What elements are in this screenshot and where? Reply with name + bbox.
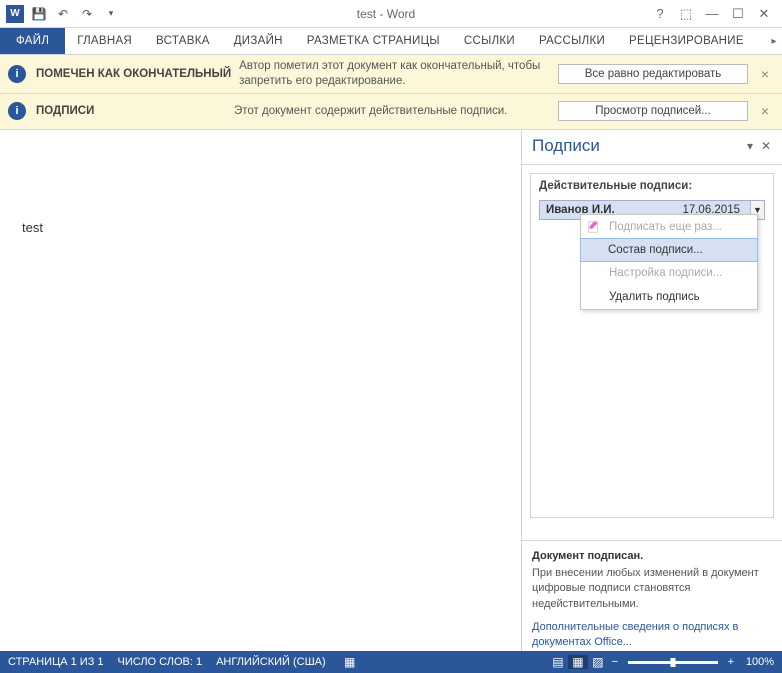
window-controls: ? ⬚ — ☐ ✕ — [650, 4, 782, 24]
menu-signature-details[interactable]: Состав подписи... — [580, 238, 758, 262]
undo-icon[interactable]: ↶ — [52, 3, 74, 25]
document-text: test — [22, 220, 43, 235]
minimize-icon[interactable]: — — [702, 4, 722, 24]
pane-footer: Документ подписан. При внесении любых из… — [522, 540, 782, 659]
pane-body: Действительные подписи: Иванов И.И. 17.0… — [522, 165, 782, 540]
zoom-slider[interactable] — [628, 661, 718, 664]
status-page[interactable]: СТРАНИЦА 1 ИЗ 1 — [8, 656, 104, 668]
view-web-icon[interactable]: ▨ — [588, 655, 608, 669]
info-icon: i — [8, 102, 26, 120]
redo-icon[interactable]: ↷ — [76, 3, 98, 25]
status-language[interactable]: АНГЛИЙСКИЙ (США) — [216, 656, 326, 668]
quick-access-toolbar: 💾 ↶ ↷ ▾ — [28, 3, 122, 25]
tab-file[interactable]: ФАЙЛ — [0, 28, 65, 54]
window-title: test - Word — [122, 7, 650, 21]
help-icon[interactable]: ? — [650, 4, 670, 24]
tab-layout[interactable]: РАЗМЕТКА СТРАНИЦЫ — [295, 28, 452, 54]
status-bar: СТРАНИЦА 1 ИЗ 1 ЧИСЛО СЛОВ: 1 АНГЛИЙСКИЙ… — [0, 651, 782, 673]
title-bar: W 💾 ↶ ↷ ▾ test - Word ? ⬚ — ☐ ✕ — [0, 0, 782, 28]
main-area: test Подписи ▾ ✕ Действительные подписи:… — [0, 130, 782, 659]
tab-mailings[interactable]: РАССЫЛКИ — [527, 28, 617, 54]
document-canvas[interactable]: test — [0, 130, 522, 659]
save-icon[interactable]: 💾 — [28, 3, 50, 25]
info-icon: i — [8, 65, 26, 83]
edit-anyway-button[interactable]: Все равно редактировать — [558, 64, 748, 84]
word-app-icon: W — [6, 5, 24, 23]
qat-customize-icon[interactable]: ▾ — [100, 3, 122, 25]
view-print-icon[interactable]: ▦ — [568, 655, 588, 669]
pane-footer-title: Документ подписан. — [532, 549, 772, 564]
ribbon-display-icon[interactable]: ⬚ — [676, 4, 696, 24]
zoom-in-button[interactable]: + — [724, 656, 738, 668]
zoom-level[interactable]: 100% — [746, 656, 774, 668]
messagebar-sig-text: Этот документ содержит действительные по… — [226, 104, 558, 119]
pane-menu-icon[interactable]: ▾ — [742, 139, 758, 153]
zoom-out-button[interactable]: − — [608, 656, 622, 668]
view-read-icon[interactable]: ▤ — [548, 655, 568, 669]
status-word-count[interactable]: ЧИСЛО СЛОВ: 1 — [118, 656, 203, 668]
messagebar-final-title: ПОМЕЧЕН КАК ОКОНЧАТЕЛЬНЫЙ — [36, 68, 231, 80]
pane-footer-link[interactable]: Дополнительные сведения о подписях в док… — [532, 620, 772, 651]
menu-sign-again: Подписать еще раз... — [581, 215, 757, 239]
pane-close-icon[interactable]: ✕ — [758, 139, 774, 153]
signature-context-menu: Подписать еще раз... Состав подписи... Н… — [580, 214, 758, 310]
close-icon[interactable]: ✕ — [754, 4, 774, 24]
valid-signatures-heading: Действительные подписи: — [539, 180, 765, 192]
status-macro-icon[interactable]: ▦ — [340, 655, 360, 669]
pane-header: Подписи ▾ ✕ — [522, 130, 782, 165]
pane-footer-text: При внесении любых изменений в документ … — [532, 567, 759, 610]
messagebar-final: i ПОМЕЧЕН КАК ОКОНЧАТЕЛЬНЫЙ Автор помети… — [0, 55, 782, 94]
ribbon-tabs: ФАЙЛ ГЛАВНАЯ ВСТАВКА ДИЗАЙН РАЗМЕТКА СТР… — [0, 28, 782, 55]
pane-title: Подписи — [532, 136, 742, 156]
tab-references[interactable]: ССЫЛКИ — [452, 28, 527, 54]
messagebar-sig-title: ПОДПИСИ — [36, 105, 226, 117]
signatures-pane: Подписи ▾ ✕ Действительные подписи: Иван… — [522, 130, 782, 659]
tab-review[interactable]: РЕЦЕНЗИРОВАНИЕ — [617, 28, 756, 54]
tab-home[interactable]: ГЛАВНАЯ — [65, 28, 144, 54]
tab-design[interactable]: ДИЗАЙН — [222, 28, 295, 54]
messagebar-sig-close-icon[interactable]: × — [756, 103, 774, 119]
messagebar-final-close-icon[interactable]: × — [756, 66, 774, 82]
messagebar-final-text: Автор пометил этот документ как окончате… — [231, 59, 558, 89]
maximize-icon[interactable]: ☐ — [728, 4, 748, 24]
tab-insert[interactable]: ВСТАВКА — [144, 28, 222, 54]
sign-again-icon — [587, 220, 601, 234]
zoom-thumb[interactable] — [670, 658, 675, 667]
messagebar-signatures: i ПОДПИСИ Этот документ содержит действи… — [0, 94, 782, 130]
menu-signature-setup: Настройка подписи... — [581, 261, 757, 285]
ribbon-scroll-right-icon[interactable]: ▸ — [766, 28, 782, 54]
menu-remove-signature[interactable]: Удалить подпись — [581, 285, 757, 309]
view-signatures-button[interactable]: Просмотр подписей... — [558, 101, 748, 121]
